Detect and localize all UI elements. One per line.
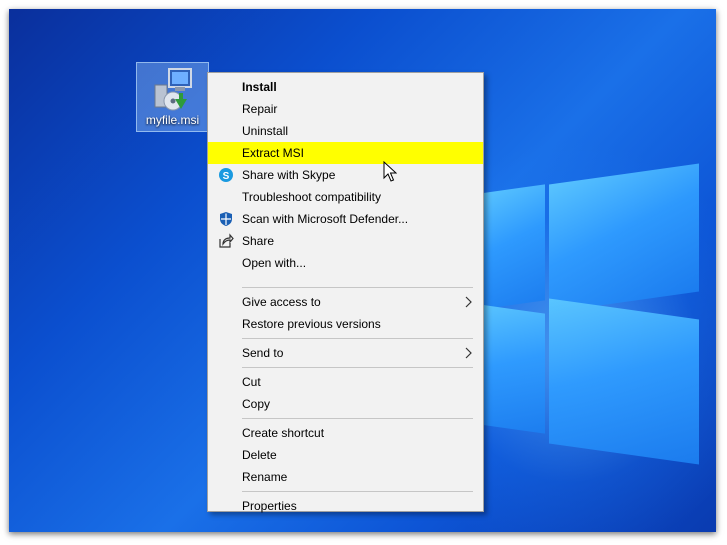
wallpaper-pane bbox=[549, 298, 699, 465]
menu-item-label: Share with Skype bbox=[242, 168, 336, 182]
menu-separator bbox=[242, 338, 473, 339]
menu-separator bbox=[242, 367, 473, 368]
menu-item-troubleshoot[interactable]: Troubleshoot compatibility bbox=[208, 186, 483, 208]
menu-item-cut[interactable]: Cut bbox=[208, 371, 483, 393]
skype-icon: S bbox=[219, 168, 233, 182]
menu-item-label: Give access to bbox=[242, 295, 321, 309]
share-icon bbox=[219, 233, 234, 248]
defender-shield-icon bbox=[220, 212, 232, 226]
menu-item-install[interactable]: Install bbox=[208, 76, 483, 98]
menu-item-delete[interactable]: Delete bbox=[208, 444, 483, 466]
menu-item-scan-defender[interactable]: Scan with Microsoft Defender... bbox=[208, 208, 483, 230]
menu-separator bbox=[242, 287, 473, 288]
wallpaper-pane bbox=[549, 163, 699, 313]
chevron-right-icon bbox=[465, 347, 472, 359]
menu-item-open-with[interactable]: Open with... bbox=[208, 252, 483, 274]
desktop-window: myfile.msi Install Repair Uninstall Extr… bbox=[9, 9, 716, 532]
svg-text:S: S bbox=[223, 171, 230, 182]
menu-separator bbox=[242, 491, 473, 492]
menu-item-share[interactable]: Share bbox=[208, 230, 483, 252]
msi-installer-icon bbox=[154, 68, 192, 111]
menu-item-give-access[interactable]: Give access to bbox=[208, 291, 483, 313]
menu-item-rename[interactable]: Rename bbox=[208, 466, 483, 488]
context-menu: Install Repair Uninstall Extract MSI S S… bbox=[207, 72, 484, 513]
wallpaper-pane bbox=[479, 184, 545, 310]
menu-item-send-to[interactable]: Send to bbox=[208, 342, 483, 364]
menu-item-repair[interactable]: Repair bbox=[208, 98, 483, 120]
desktop-file-label: myfile.msi bbox=[145, 113, 200, 127]
menu-item-create-shortcut[interactable]: Create shortcut bbox=[208, 422, 483, 444]
menu-item-restore-versions[interactable]: Restore previous versions bbox=[208, 313, 483, 335]
menu-item-label: Scan with Microsoft Defender... bbox=[242, 212, 409, 226]
chevron-right-icon bbox=[465, 296, 472, 308]
menu-item-label: Share bbox=[242, 234, 275, 248]
menu-item-uninstall[interactable]: Uninstall bbox=[208, 120, 483, 142]
menu-separator bbox=[242, 418, 473, 419]
wallpaper-pane bbox=[479, 304, 545, 434]
menu-item-share-with-skype[interactable]: S Share with Skype bbox=[208, 164, 483, 186]
menu-item-extract-msi[interactable]: Extract MSI bbox=[208, 142, 483, 164]
menu-item-label: Send to bbox=[242, 346, 284, 360]
menu-item-copy[interactable]: Copy bbox=[208, 393, 483, 415]
menu-item-properties[interactable]: Properties bbox=[208, 495, 483, 517]
mouse-cursor-icon bbox=[383, 161, 397, 182]
desktop-file-icon[interactable]: myfile.msi bbox=[136, 62, 209, 132]
